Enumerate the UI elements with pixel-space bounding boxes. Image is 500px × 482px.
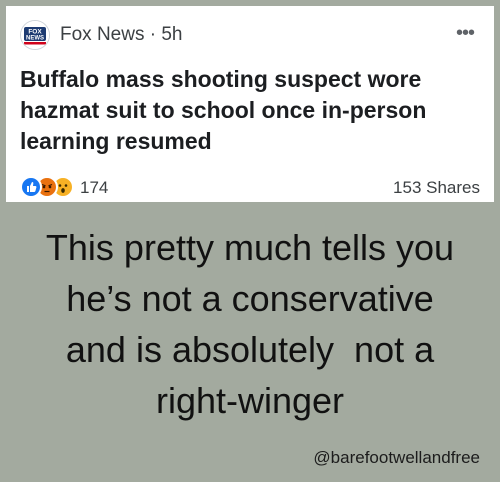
fox-news-logo-icon: FOX NEWS	[21, 21, 49, 49]
shares-count[interactable]: 153 Shares	[393, 178, 480, 198]
ellipsis-icon[interactable]: •••	[450, 20, 480, 50]
post-headline[interactable]: Buffalo mass shooting suspect wore hazma…	[20, 64, 480, 157]
caption-line: This pretty much tells you	[45, 227, 455, 268]
source-name[interactable]: Fox News	[60, 24, 144, 45]
reaction-count[interactable]: 174	[80, 178, 108, 198]
logo-text-news: NEWS	[26, 36, 44, 42]
fox-news-logo[interactable]: FOX NEWS	[20, 20, 50, 50]
post-source-line: Fox News · 5h	[60, 24, 183, 46]
caption-line: he’s not a conservative	[66, 278, 434, 319]
post-header: FOX NEWS Fox News · 5h •••	[20, 18, 480, 54]
news-post-card[interactable]: FOX NEWS Fox News · 5h ••• Buffalo mass …	[6, 6, 494, 202]
caption-line: and is absolutely not a	[65, 329, 435, 370]
post-age: 5h	[161, 24, 183, 45]
watermark-handle: @barefootwellandfree	[313, 448, 480, 467]
reactions-row: 174 153 Shares	[20, 176, 480, 200]
separator-dot: ·	[149, 24, 157, 45]
caption-line: right-winger	[155, 380, 345, 421]
logo-text-fox: FOX	[28, 29, 42, 36]
meme-caption: This pretty much tells you he’s not a co…	[0, 222, 500, 426]
like-icon	[20, 176, 42, 198]
